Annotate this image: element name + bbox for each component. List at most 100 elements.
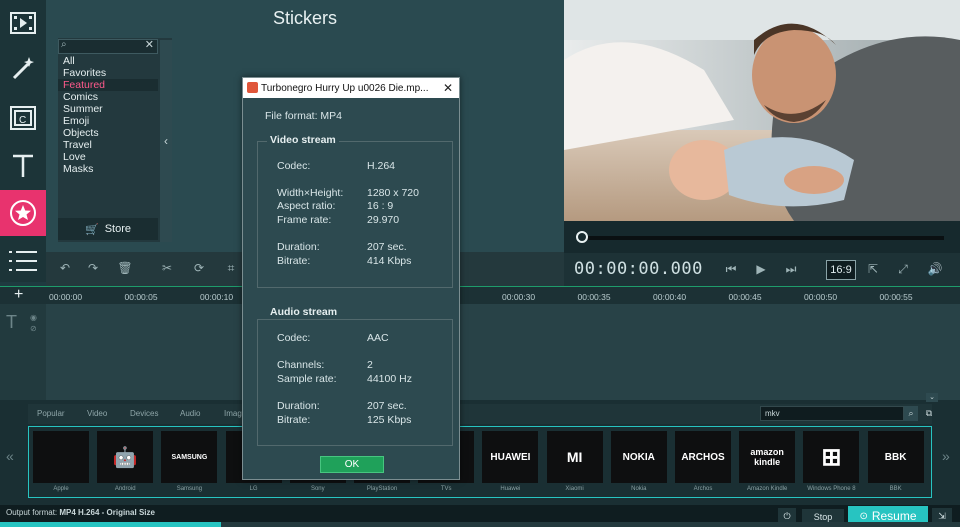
redo-icon[interactable]: ↷ (80, 255, 106, 281)
skip-forward-icon[interactable]: ⏭ (778, 256, 804, 282)
magic-wand-icon[interactable] (0, 46, 46, 92)
category-item[interactable]: All (58, 55, 158, 67)
timeline-tick: 00:00:00 (49, 292, 83, 302)
visibility-icon[interactable]: ◉ (30, 313, 37, 322)
export-tab[interactable]: Audio (180, 409, 200, 418)
device-card[interactable]: NOKIA Nokia (610, 431, 667, 497)
stream-property-label: Sample rate: (277, 373, 337, 385)
category-item[interactable]: Featured (58, 79, 158, 91)
film-icon[interactable] (0, 0, 46, 46)
stream-property-label: Duration: (277, 400, 320, 412)
collapse-panel-button[interactable]: ‹ (160, 40, 172, 242)
scroll-right-icon[interactable]: » (942, 448, 950, 464)
transitions-icon[interactable]: C (0, 95, 46, 141)
skip-back-icon[interactable]: ⏮ (718, 256, 744, 282)
resume-label: Resume (871, 509, 917, 523)
undo-icon[interactable]: ↶ (52, 255, 78, 281)
collapse-export-icon[interactable]: ⌄ (926, 393, 938, 402)
aspect-ratio-button[interactable]: 16:9 (826, 260, 856, 280)
status-bar: Output format: MP4 H.264 - Original Size… (0, 505, 960, 527)
device-label: Amazon Kindle (747, 486, 788, 492)
export-tab[interactable]: Imag (224, 409, 242, 418)
export-tab[interactable]: Devices (130, 409, 158, 418)
video-stream-title: Video stream (267, 134, 339, 146)
menu-icon[interactable] (0, 238, 46, 284)
category-item[interactable]: Love (58, 151, 158, 163)
category-item[interactable]: Favorites (58, 67, 158, 79)
text-track-icon: T (6, 312, 17, 332)
stream-property-label: Codec: (277, 160, 311, 172)
device-card[interactable]: BBK BBK (867, 431, 924, 497)
close-icon[interactable]: ✕ (443, 81, 453, 95)
timeline-tick: 00:00:10 (200, 292, 234, 302)
export-tab[interactable]: Video (87, 409, 107, 418)
device-label: Nokia (631, 486, 647, 492)
fullscreen-icon[interactable]: ⤢ (890, 256, 916, 282)
category-item[interactable]: Summer (58, 103, 158, 115)
stream-property-label: Duration: (277, 241, 320, 253)
audio-stream-title: Audio stream (267, 306, 341, 318)
file-format: File format: MP4 (265, 110, 343, 122)
clear-icon[interactable]: ✕ (145, 38, 154, 51)
cart-icon: 🛒 (85, 223, 99, 236)
device-card[interactable]: ARCHOS Archos (675, 431, 731, 497)
store-button[interactable]: 🛒 Store (58, 218, 158, 240)
device-card[interactable]: HUAWEI Huawei (482, 431, 539, 497)
device-logo: 🤖 (97, 431, 154, 483)
category-item[interactable]: Masks (58, 163, 158, 175)
format-search-input[interactable]: mkv (760, 406, 904, 421)
play-icon[interactable]: ▶ (748, 256, 774, 282)
link-icon[interactable]: ⊘ (30, 324, 37, 333)
device-card[interactable]: SAMSUNG Samsung (161, 431, 218, 497)
device-formats-row: Apple 🤖 Android SAMSUNG Samsung LG Sony PlaySta… (28, 426, 932, 498)
timeline-tracks[interactable] (0, 304, 960, 400)
timeline-tick: 00:00:30 (502, 292, 536, 302)
seek-bar[interactable] (564, 221, 960, 253)
export-frame-icon[interactable]: ⇱ (860, 256, 886, 282)
device-logo: NOKIA (610, 431, 667, 483)
stream-property-value: 44100 Hz (367, 373, 412, 385)
timeline-ruler[interactable]: + 00:00:0000:00:0500:00:1000:00:1500:00:… (0, 286, 960, 304)
category-search-input[interactable]: ⌕ ✕ (58, 39, 158, 54)
device-card[interactable]: MI Xiaomi (546, 431, 603, 497)
seek-handle[interactable] (576, 231, 588, 243)
add-track-icon[interactable]: + (14, 286, 23, 304)
stream-property-value: 16 : 9 (367, 200, 394, 212)
file-info-dialog: Turbonegro Hurry Up u0026 Die.mp... ✕ Fi… (242, 77, 460, 480)
category-item[interactable]: Objects (58, 127, 158, 139)
device-label: Huawei (500, 486, 521, 492)
device-label: TVs (440, 486, 452, 492)
device-label: Archos (693, 486, 713, 492)
left-toolbar: C (0, 0, 46, 282)
device-logo: ARCHOS (675, 431, 731, 483)
device-detect-icon[interactable]: ⧉ (922, 406, 936, 421)
export-tab[interactable]: Popular (37, 409, 65, 418)
text-icon[interactable] (0, 143, 46, 189)
output-format-value[interactable]: MP4 H.264 - Original Size (59, 508, 155, 517)
crop-icon[interactable]: ⌗ (218, 255, 244, 281)
category-item[interactable]: Travel (58, 139, 158, 151)
timecode-display: 00:00:00.000 (574, 259, 703, 279)
sticker-icon[interactable] (0, 190, 46, 236)
device-card[interactable]: amazon kindle Amazon Kindle (739, 431, 796, 497)
device-card[interactable]: ⊞ Windows Phone 8 (803, 431, 860, 497)
track-header: T ◉ ⊘ (0, 304, 46, 400)
stream-property-value: H.264 (367, 160, 396, 172)
ok-button[interactable]: OK (320, 456, 384, 473)
search-icon[interactable]: ⌕ (904, 406, 918, 421)
device-card[interactable]: 🤖 Android (97, 431, 154, 497)
trash-icon[interactable]: 🗑 (112, 255, 138, 281)
rotate-icon[interactable]: ⟳ (186, 255, 212, 281)
stream-property-label: Codec: (277, 332, 311, 344)
category-item[interactable]: Emoji (58, 115, 158, 127)
device-logo: SAMSUNG (161, 431, 218, 483)
volume-icon[interactable]: 🔊 (922, 256, 948, 282)
dialog-titlebar[interactable]: Turbonegro Hurry Up u0026 Die.mp... ✕ (243, 78, 459, 98)
device-card[interactable]: Apple (33, 431, 89, 497)
timeline-tick: 00:00:05 (124, 292, 158, 302)
category-item[interactable]: Comics (58, 91, 158, 103)
scroll-left-icon[interactable]: « (6, 448, 14, 464)
device-label: Apple (53, 486, 69, 492)
cut-icon[interactable]: ✂ (154, 255, 180, 281)
dialog-title: Turbonegro Hurry Up u0026 Die.mp... (261, 82, 429, 94)
